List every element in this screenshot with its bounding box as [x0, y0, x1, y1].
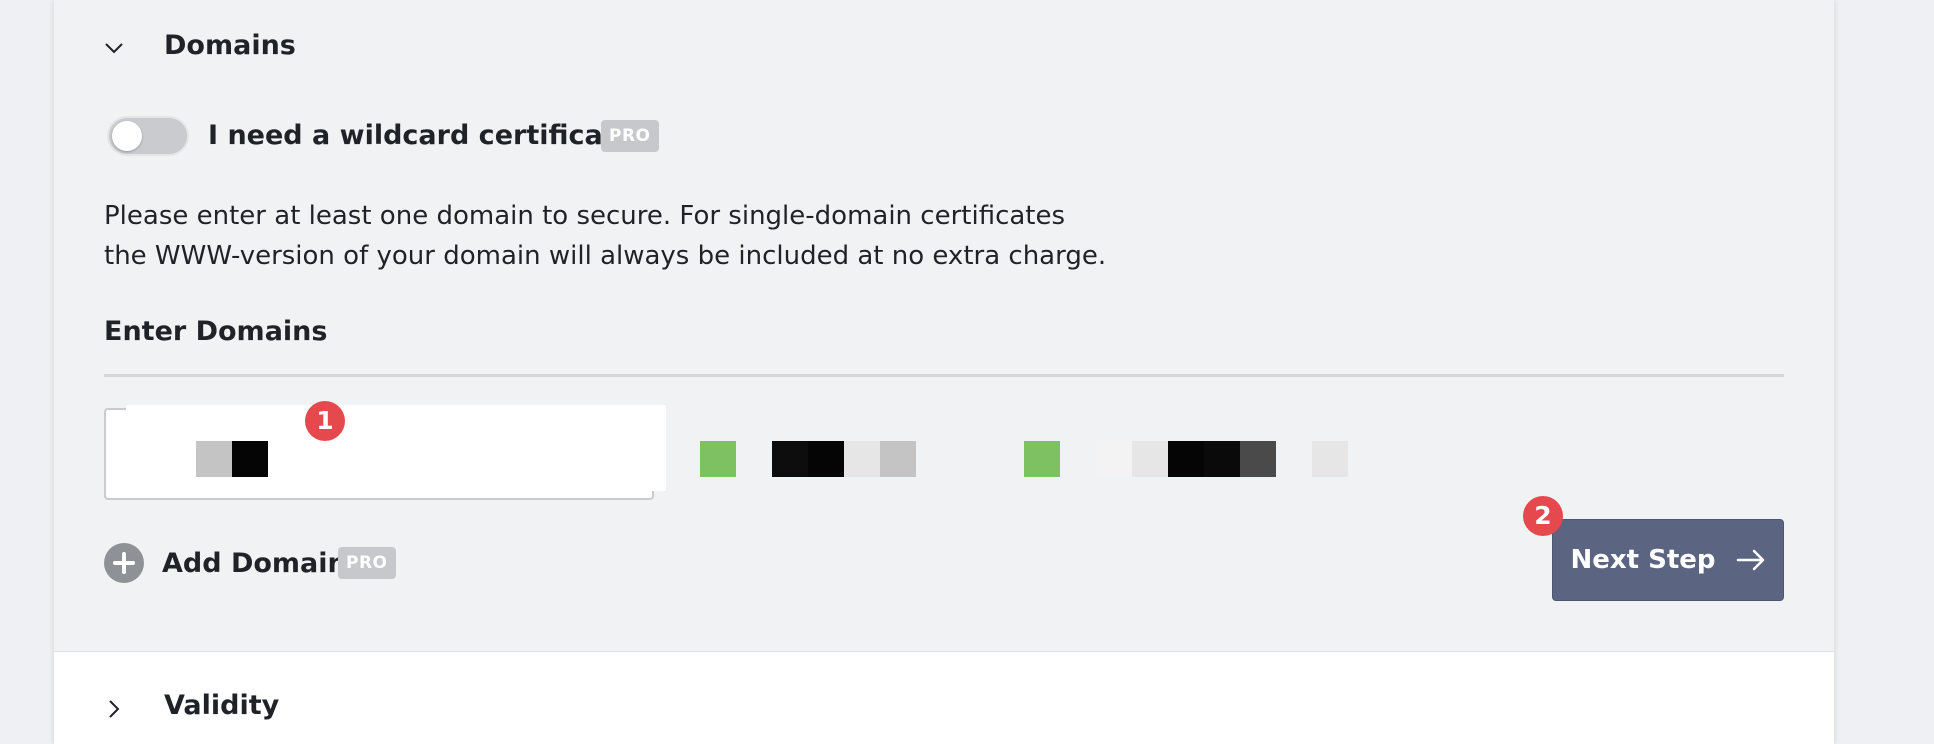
redaction-pixel: [196, 441, 232, 477]
enter-domains-label: Enter Domains: [104, 316, 328, 347]
domains-section: Domains I need a wildcard certificate PR…: [54, 0, 1834, 651]
redaction-pixel: [1024, 441, 1060, 477]
wildcard-toggle[interactable]: [107, 116, 189, 156]
redaction-pixel: [808, 441, 844, 477]
chevron-right-icon[interactable]: [103, 698, 125, 720]
wildcard-pro-badge: PRO: [601, 120, 659, 152]
redaction-pixel: [844, 441, 880, 477]
wildcard-label: I need a wildcard certificate: [208, 120, 634, 151]
validity-section-title[interactable]: Validity: [164, 690, 279, 721]
redaction-pixel: [700, 441, 736, 477]
domains-section-title[interactable]: Domains: [164, 30, 296, 61]
redaction-pixel: [1168, 441, 1204, 477]
arrow-right-icon: [1736, 549, 1764, 571]
plus-circle-icon: [104, 543, 144, 583]
validity-section: Validity: [54, 651, 1834, 744]
next-step-label: Next Step: [1570, 545, 1716, 575]
redaction-pixel: [1096, 441, 1132, 477]
info-line-2: the WWW-version of your domain will alwa…: [104, 241, 1107, 271]
redaction-pixel: [1204, 441, 1240, 477]
redaction-pixel: [880, 441, 916, 477]
add-domain-pro-badge: PRO: [338, 547, 396, 579]
redaction-pixel: [232, 441, 268, 477]
redaction-pixel: [1312, 441, 1348, 477]
next-step-button[interactable]: Next Step: [1552, 519, 1784, 601]
chevron-down-icon[interactable]: [103, 37, 125, 59]
toggle-knob: [112, 121, 142, 151]
info-line-1: Please enter at least one domain to secu…: [104, 201, 1066, 231]
enter-domains-divider: [104, 374, 1784, 377]
step-badge-1: 1: [305, 401, 345, 441]
add-domain-label: Add Domain: [162, 547, 347, 579]
domain-input[interactable]: [104, 408, 654, 500]
domains-info-text: Please enter at least one domain to secu…: [104, 196, 1204, 276]
add-domain-button[interactable]: Add Domain: [104, 543, 347, 583]
redaction-pixel: [772, 441, 808, 477]
certificate-form-card: Domains I need a wildcard certificate PR…: [54, 0, 1834, 744]
redaction-pixel: [1132, 441, 1168, 477]
redaction-pixel: [1240, 441, 1276, 477]
step-badge-2: 2: [1523, 496, 1563, 536]
